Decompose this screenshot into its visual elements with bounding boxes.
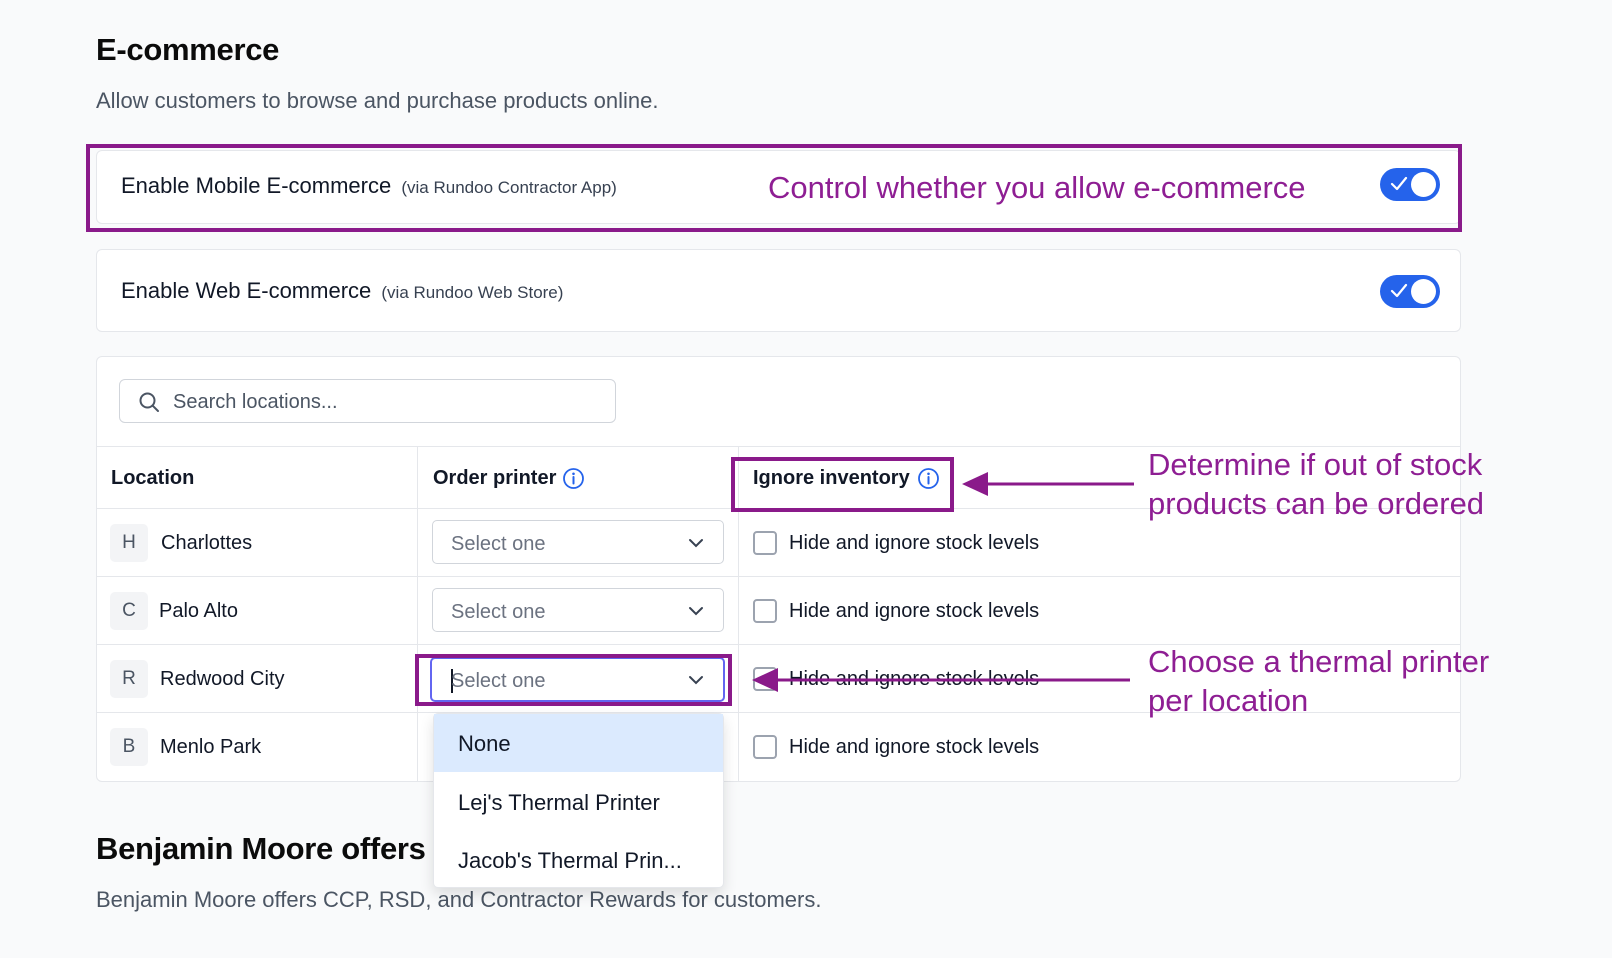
offers-title: Benjamin Moore offers xyxy=(96,831,426,866)
ignore-inventory-checkbox[interactable] xyxy=(753,531,777,555)
location-name: Redwood City xyxy=(160,668,285,690)
ignore-inventory-checkbox[interactable] xyxy=(753,599,777,623)
offers-subtitle: Benjamin Moore offers CCP, RSD, and Cont… xyxy=(96,887,822,912)
web-ecommerce-sublabel: (via Rundoo Web Store) xyxy=(381,283,564,302)
location-badge: C xyxy=(110,592,148,630)
order-printer-select[interactable]: Select one xyxy=(432,520,724,564)
ignore-inventory-checkbox[interactable] xyxy=(753,735,777,759)
chevron-down-icon xyxy=(689,539,703,548)
dropdown-option-none[interactable]: None xyxy=(434,714,723,772)
table-col-divider xyxy=(417,447,418,781)
checkbox-label: Hide and ignore stock levels xyxy=(789,532,1040,554)
header-order-printer: Order printer xyxy=(433,467,556,490)
location-badge: B xyxy=(110,728,148,766)
chevron-down-icon xyxy=(689,607,703,616)
location-name: Menlo Park xyxy=(160,736,262,758)
web-ecommerce-label-text: Enable Web E-commerce xyxy=(121,278,372,303)
info-icon[interactable] xyxy=(562,467,585,490)
table-row-divider xyxy=(97,576,1460,577)
order-printer-select[interactable]: Select one xyxy=(432,588,724,632)
toggle-knob xyxy=(1411,279,1436,304)
annotation-box-order-printer xyxy=(415,654,732,706)
dropdown-option-jacob-printer[interactable]: Jacob's Thermal Prin... xyxy=(434,830,723,888)
ecommerce-subtitle: Allow customers to browse and purchase p… xyxy=(96,88,659,113)
checkbox-label: Hide and ignore stock levels xyxy=(789,668,1040,690)
ignore-inventory-checkbox[interactable] xyxy=(753,667,777,691)
header-order-printer-text: Order printer xyxy=(433,467,557,489)
annotation-inventory-line2: products can be ordered xyxy=(1148,486,1485,521)
dropdown-option-label: Lej's Thermal Printer xyxy=(458,790,660,815)
dropdown-option-label: None xyxy=(458,731,511,756)
ecommerce-title: E-commerce xyxy=(96,32,280,67)
web-ecommerce-toggle[interactable] xyxy=(1380,275,1440,308)
check-icon xyxy=(1390,283,1408,298)
select-value: Select one xyxy=(451,601,546,623)
annotation-box-ignore-inventory xyxy=(731,457,954,512)
annotation-ecommerce: Control whether you allow e-commerce xyxy=(768,170,1306,205)
checkbox-label: Hide and ignore stock levels xyxy=(789,736,1040,758)
web-ecommerce-card: Enable Web E-commerce (via Rundoo Web St… xyxy=(96,249,1461,332)
checkbox-label: Hide and ignore stock levels xyxy=(789,600,1040,622)
printer-dropdown-menu: None Lej's Thermal Printer Jacob's Therm… xyxy=(433,713,724,888)
annotation-printer-line2: per location xyxy=(1148,683,1309,718)
search-locations-input[interactable]: Search locations... xyxy=(119,379,616,423)
search-icon xyxy=(139,392,159,412)
search-placeholder: Search locations... xyxy=(173,391,338,413)
location-badge: R xyxy=(110,660,148,698)
web-ecommerce-label: Enable Web E-commerce (via Rundoo Web St… xyxy=(121,278,563,304)
dropdown-option-label: Jacob's Thermal Prin... xyxy=(458,848,682,873)
location-badge: H xyxy=(110,524,148,562)
location-name: Charlottes xyxy=(161,532,253,554)
annotation-inventory-line1: Determine if out of stock xyxy=(1148,447,1483,482)
select-value: Select one xyxy=(451,533,546,555)
header-location: Location xyxy=(111,467,195,489)
annotation-printer-line1: Choose a thermal printer xyxy=(1148,644,1490,679)
location-name: Palo Alto xyxy=(159,600,238,622)
dropdown-option-lej-printer[interactable]: Lej's Thermal Printer xyxy=(434,772,723,830)
